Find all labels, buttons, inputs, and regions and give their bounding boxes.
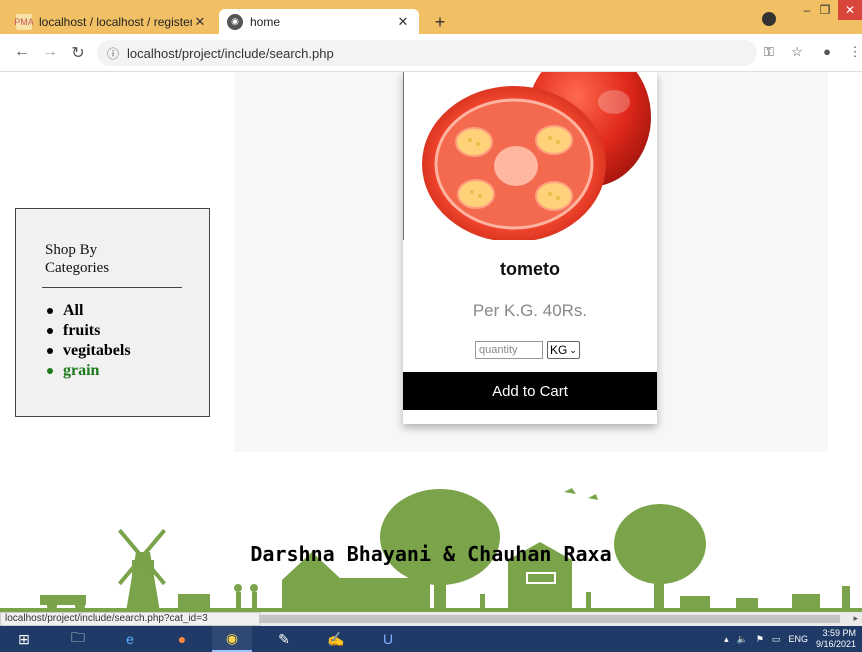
scroll-right-icon[interactable]: ▸	[853, 613, 858, 624]
profile-dot-icon[interactable]	[762, 12, 776, 26]
info-icon[interactable]: ⓘ	[107, 45, 119, 62]
system-tray: ▴ 🔈 ⚑ ▭ ENG 3:59 PM 9/16/2021	[724, 626, 862, 652]
category-label: vegitabels	[63, 342, 131, 359]
tomato-image	[422, 72, 651, 240]
restore-icon[interactable]: ❐	[814, 0, 836, 20]
clock-date: 9/16/2021	[815, 639, 856, 649]
product-name: tometo	[500, 259, 560, 279]
product-price: Per K.G. 40Rs.	[472, 301, 588, 320]
add-to-cart-button[interactable]: Add to Cart	[403, 372, 657, 410]
app-icon-1[interactable]: ✎	[264, 626, 304, 652]
forward-icon[interactable]: →	[40, 43, 60, 61]
tab-home[interactable]: ◉ home ✕	[219, 9, 419, 34]
category-label: All	[63, 302, 84, 319]
menu-icon[interactable]: ⋮	[846, 44, 862, 60]
internet-explorer-icon[interactable]: e	[110, 626, 150, 652]
new-tab-button[interactable]: +	[430, 12, 450, 33]
network-icon[interactable]: ▭	[772, 634, 781, 645]
scrollbar-thumb[interactable]	[260, 615, 840, 623]
chevron-down-icon: ⌄	[569, 344, 577, 355]
footer-credit: Darshna Bhayani & Chauhan Raxa	[250, 542, 612, 566]
key-icon[interactable]: ⚿	[760, 44, 778, 60]
product-card: tometo Per K.G. 40Rs. KG ⌄ Add to Cart	[403, 72, 657, 424]
close-icon[interactable]: ✕	[192, 14, 208, 30]
unit-value: KG	[550, 343, 568, 357]
volume-icon[interactable]: 🔈	[737, 634, 748, 645]
phpmyadmin-icon: PMA	[14, 13, 34, 30]
chrome-icon[interactable]: ◉	[212, 626, 252, 652]
sidebar-heading-line2: Categories	[45, 260, 110, 276]
clock-time: 3:59 PM	[822, 628, 856, 638]
sidebar-heading: Shop By Categories	[45, 241, 109, 277]
tab-title: localhost / localhost / register / s	[39, 14, 192, 29]
tray-expand-icon[interactable]: ▴	[724, 634, 729, 645]
account-icon[interactable]: ●	[818, 44, 836, 59]
category-sidebar: Shop By Categories All fruits vegitabels…	[15, 208, 210, 417]
app-icon-3[interactable]: U	[368, 626, 408, 652]
quantity-row: KG ⌄	[475, 341, 580, 359]
address-bar[interactable]: ⓘ localhost/project/include/search.php	[97, 40, 757, 66]
category-list: All fruits vegitabels grain	[47, 301, 131, 381]
window-close-icon[interactable]: ✕	[838, 0, 862, 20]
sidebar-heading-line1: Shop By	[45, 242, 98, 258]
app-icon-2[interactable]: ✍	[316, 626, 356, 652]
toolbar: ← → ↻ ⓘ localhost/project/include/search…	[0, 34, 862, 72]
close-icon[interactable]: ✕	[395, 14, 411, 30]
browser-window: PMA localhost / localhost / register / s…	[0, 0, 862, 652]
bullet-icon	[47, 328, 53, 334]
divider	[42, 287, 182, 288]
category-item-grain[interactable]: grain	[47, 361, 131, 381]
clock[interactable]: 3:59 PM 9/16/2021	[816, 628, 856, 650]
quantity-input[interactable]	[475, 341, 543, 359]
category-label: fruits	[63, 322, 101, 339]
star-icon[interactable]: ☆	[788, 44, 806, 60]
bullet-icon	[47, 368, 53, 374]
tab-phpmyadmin[interactable]: PMA localhost / localhost / register / s…	[8, 9, 216, 34]
status-url: localhost/project/include/search.php?cat…	[0, 612, 260, 626]
unit-select[interactable]: KG ⌄	[547, 341, 580, 359]
reload-icon[interactable]: ↻	[68, 43, 88, 63]
bullet-icon	[47, 348, 53, 354]
category-item-all[interactable]: All	[47, 301, 131, 321]
product-image	[403, 72, 657, 240]
tab-strip: PMA localhost / localhost / register / s…	[0, 0, 862, 34]
file-explorer-icon[interactable]: 🗀	[58, 626, 98, 652]
url-text: localhost/project/include/search.php	[127, 45, 334, 61]
page-viewport: Shop By Categories All fruits vegitabels…	[0, 72, 862, 612]
tab-title: home	[250, 14, 281, 29]
taskbar: ⊞ 🗀 e ● ◉ ✎ ✍ U ▴ 🔈 ⚑ ▭ ENG 3:59 PM 9/16…	[0, 626, 862, 652]
bullet-icon	[47, 308, 53, 314]
language-indicator[interactable]: ENG	[788, 634, 808, 644]
category-item-vegitabels[interactable]: vegitabels	[47, 341, 131, 361]
firefox-icon[interactable]: ●	[162, 626, 202, 652]
category-label: grain	[63, 362, 100, 379]
windows-start-icon[interactable]: ⊞	[4, 626, 44, 652]
globe-icon: ◉	[227, 13, 243, 30]
category-item-fruits[interactable]: fruits	[47, 321, 131, 341]
back-icon[interactable]: ←	[12, 43, 32, 61]
flag-icon[interactable]: ⚑	[756, 634, 764, 645]
